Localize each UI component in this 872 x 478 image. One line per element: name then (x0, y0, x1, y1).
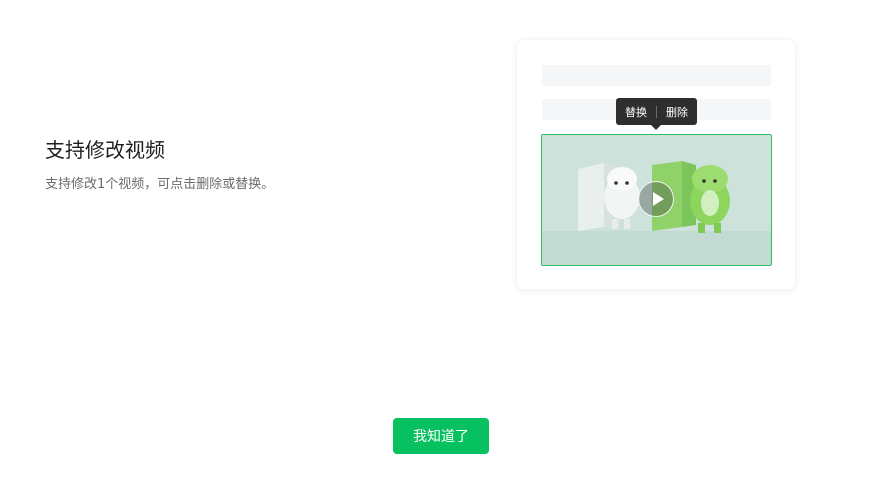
feature-description: 支持修改1个视频，可点击删除或替换。 (45, 177, 275, 192)
video-action-tooltip: 替换 删除 (616, 98, 697, 130)
delete-button[interactable]: 删除 (657, 104, 697, 120)
video-thumbnail[interactable] (541, 134, 772, 266)
got-it-button[interactable]: 我知道了 (393, 418, 489, 454)
preview-card: 替换 删除 (517, 40, 795, 289)
placeholder-line (542, 65, 771, 86)
replace-button[interactable]: 替换 (616, 104, 656, 120)
feature-title: 支持修改视频 (45, 138, 165, 162)
play-icon[interactable] (638, 181, 674, 217)
